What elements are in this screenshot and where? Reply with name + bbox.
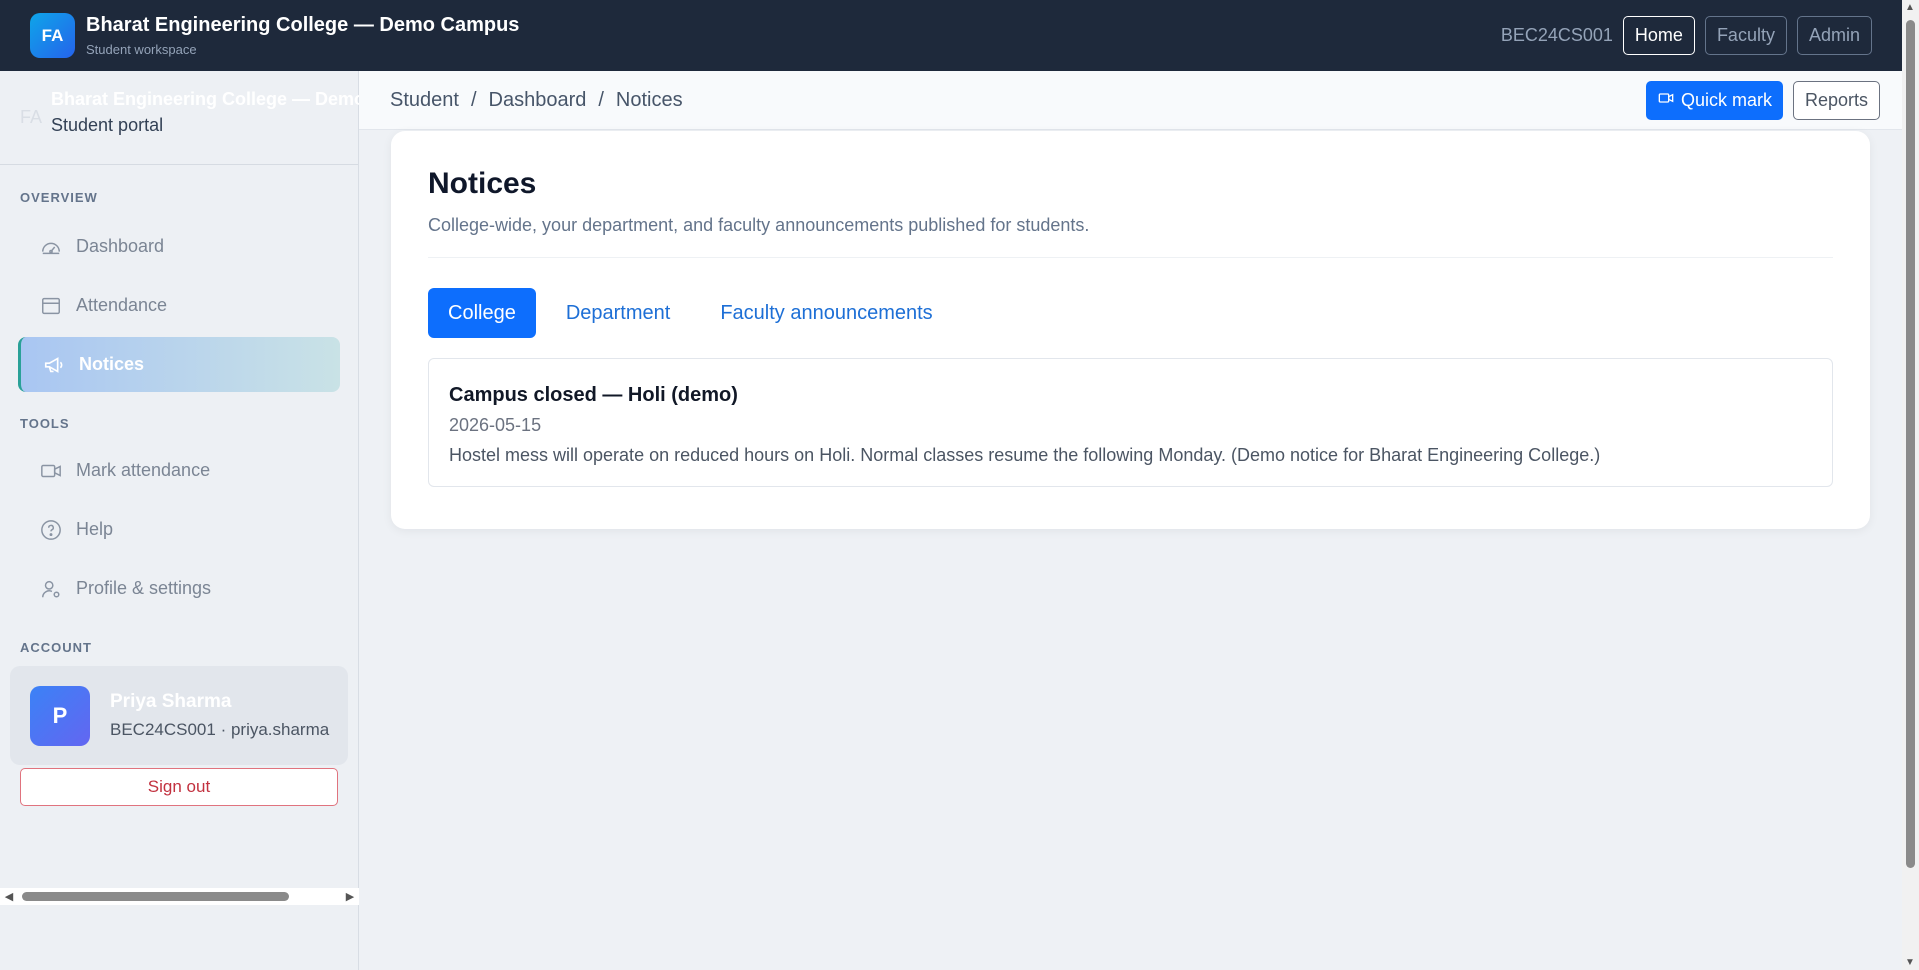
sidebar: FA Bharat Engineering College — Demo Cam… [0, 71, 361, 970]
scroll-left-icon[interactable]: ◀ [0, 890, 18, 903]
tab-faculty-announcements[interactable]: Faculty announcements [700, 288, 952, 338]
nav-faculty-button[interactable]: Faculty [1704, 16, 1787, 55]
notice-body: Hostel mess will operate on reduced hour… [449, 445, 1601, 465]
sidebar-item-mark-attendance[interactable]: Mark attendance [18, 443, 340, 498]
scroll-up-icon[interactable]: ▲ [1905, 2, 1915, 13]
user-code: BEC24CS001 [1500, 25, 1613, 45]
sidebar-item-label: Profile & settings [76, 578, 212, 598]
nav-admin-button[interactable]: Admin [1796, 16, 1872, 55]
sidebar-item-label: Help [76, 519, 114, 539]
sign-out-button[interactable]: Sign out [20, 768, 338, 806]
page-description: College-wide, your department, and facul… [428, 215, 1090, 235]
account-name: Priya Sharma [110, 691, 232, 712]
breadcrumb-dashboard[interactable]: Dashboard [489, 89, 587, 112]
reports-button[interactable]: Reports [1792, 80, 1880, 120]
account-card[interactable]: P Priya Sharma BEC24CS001 · priya.sharma [10, 666, 348, 765]
scrollbar-thumb[interactable] [1906, 20, 1915, 868]
tab-department[interactable]: Department [546, 288, 691, 338]
brand-subtitle: Student workspace [86, 42, 197, 57]
account-info: Priya Sharma BEC24CS001 · priya.sharma [110, 691, 329, 740]
sidebar-item-label: Dashboard [76, 236, 165, 256]
sidebar-item-label: Mark attendance [76, 460, 211, 480]
sidebar-item-dashboard[interactable]: Dashboard [18, 219, 340, 274]
sidebar-item-label: Notices [79, 354, 145, 374]
sidebar-mini-logo: FA [20, 107, 43, 127]
nav-home-button[interactable]: Home [1622, 16, 1695, 55]
scroll-right-icon[interactable]: ▶ [341, 890, 359, 903]
calendar-icon [40, 295, 62, 317]
header-actions: Quick mark Reports [1645, 80, 1880, 120]
dashboard-icon [40, 236, 62, 258]
section-tools: TOOLS [20, 416, 70, 431]
brand: Bharat Engineering College — Demo Campus… [86, 14, 519, 57]
sidebar-header: FA Bharat Engineering College — Demo Cam… [0, 71, 361, 165]
brand-logo[interactable]: FA [30, 13, 75, 58]
sidebar-item-notices[interactable]: Notices [18, 337, 340, 392]
avatar: P [30, 685, 90, 746]
page-title: Notices [428, 167, 537, 200]
sidebar-item-label: Attendance [76, 295, 168, 315]
breadcrumb: Student / Dashboard / Notices [390, 89, 683, 112]
sidebar-portal-label: Student portal [51, 115, 164, 135]
megaphone-icon [43, 354, 65, 376]
notice-item: Campus closed — Holi (demo) 2026-05-15 H… [428, 358, 1833, 487]
quick-mark-button[interactable]: Quick mark [1645, 80, 1783, 120]
notices-card: Notices College-wide, your department, a… [391, 131, 1870, 529]
top-navbar: FA Bharat Engineering College — Demo Cam… [0, 0, 1902, 71]
sidebar-item-help[interactable]: Help [18, 502, 340, 557]
divider [428, 257, 1833, 258]
account-details: BEC24CS001 · priya.sharma [110, 720, 330, 739]
video-icon [1657, 90, 1675, 111]
breadcrumb-separator: / [598, 88, 604, 111]
page-vertical-scrollbar[interactable]: ▲ ▼ [1902, 0, 1919, 970]
breadcrumb-bar: Student / Dashboard / Notices Quick mark… [359, 71, 1902, 130]
breadcrumb-separator: / [470, 88, 477, 111]
brand-title[interactable]: Bharat Engineering College — Demo Campus [86, 14, 519, 36]
scrollbar-thumb[interactable] [22, 892, 289, 901]
quick-mark-label: Quick mark [1680, 89, 1772, 110]
section-overview: OVERVIEW [20, 190, 98, 205]
sidebar-college-name: Bharat Engineering College — Demo Campus [51, 89, 361, 109]
notice-tabs: College Department Faculty announcements [428, 288, 1833, 338]
video-icon [40, 460, 62, 482]
notice-title: Campus closed — Holi (demo) [449, 384, 738, 406]
breadcrumb-student[interactable]: Student [390, 89, 459, 112]
sidebar-item-attendance[interactable]: Attendance [18, 278, 340, 333]
breadcrumb-notices: Notices [615, 88, 683, 111]
section-account: ACCOUNT [20, 640, 92, 655]
sidebar-item-profile-settings[interactable]: Profile & settings [18, 561, 340, 616]
sidebar-horizontal-scrollbar[interactable]: ◀ ▶ [0, 888, 359, 905]
user-gear-icon [40, 578, 62, 600]
scroll-down-icon[interactable]: ▼ [1905, 957, 1915, 968]
top-right: BEC24CS001 Home Faculty Admin [1501, 16, 1872, 55]
question-icon [40, 519, 62, 541]
tab-college[interactable]: College [428, 288, 536, 338]
notice-date: 2026-05-15 [449, 415, 542, 435]
